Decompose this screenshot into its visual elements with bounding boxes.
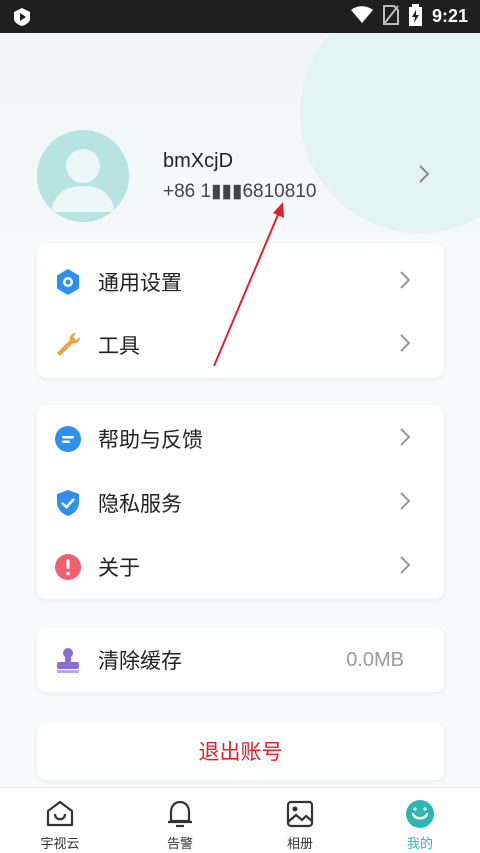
clock: 9:21: [431, 6, 468, 26]
tab-label: 我的: [406, 837, 433, 852]
tab-label: 宇视云: [40, 837, 80, 852]
profile-face-icon: [404, 798, 436, 830]
battery-charging-icon: [408, 3, 422, 30]
chevron-right-icon: [400, 556, 411, 578]
menu-item-label: 通用设置: [98, 271, 182, 295]
tab-mine[interactable]: 我的: [360, 788, 480, 853]
chevron-right-icon: [400, 271, 411, 293]
bottom-tab-bar: 宇视云 告警 相册 我的: [0, 787, 480, 853]
bell-icon: [164, 798, 196, 830]
menu-item-help-feedback[interactable]: 帮助与反馈: [37, 407, 444, 471]
tab-yushiyun[interactable]: 宇视云: [0, 788, 120, 853]
wrench-icon: [54, 331, 82, 359]
app-badge-icon: [12, 7, 32, 27]
menu-item-privacy[interactable]: 隐私服务: [37, 471, 444, 535]
cache-card: 清除缓存 0.0MB: [37, 628, 444, 692]
menu-item-about[interactable]: 关于: [37, 535, 444, 599]
settings-card: 通用设置 工具: [37, 243, 444, 378]
menu-item-label: 帮助与反馈: [98, 428, 203, 452]
menu-item-tools[interactable]: 工具: [37, 313, 444, 377]
menu-item-general-settings[interactable]: 通用设置: [37, 250, 444, 314]
settings-hex-icon: [54, 268, 82, 296]
menu-item-label: 隐私服务: [98, 492, 182, 516]
gallery-icon: [284, 798, 316, 830]
chevron-right-icon: [418, 164, 430, 188]
clean-stamp-icon: [54, 646, 82, 674]
phone-number: +86 1▮▮▮6810810: [163, 181, 317, 202]
username: bmXcjD: [163, 150, 234, 172]
cache-size: 0.0MB: [346, 648, 404, 671]
tab-alarm[interactable]: 告警: [120, 788, 240, 853]
shield-check-icon: [54, 489, 82, 517]
chevron-right-icon: [400, 334, 411, 356]
chevron-right-icon: [400, 428, 411, 450]
no-sim-icon: [382, 4, 399, 29]
chevron-right-icon: [400, 492, 411, 514]
menu-item-label: 关于: [98, 556, 140, 580]
help-chat-icon: [54, 425, 82, 453]
tab-label: 相册: [286, 837, 313, 852]
menu-item-label: 清除缓存: [98, 649, 182, 673]
profile-header[interactable]: bmXcjD +86 1▮▮▮6810810: [0, 120, 480, 230]
home-icon: [44, 798, 76, 830]
logout-button[interactable]: 退出账号: [37, 722, 444, 780]
help-card: 帮助与反馈 隐私服务 关于: [37, 405, 444, 599]
wifi-icon: [350, 5, 373, 28]
menu-item-label: 工具: [98, 334, 140, 358]
logout-label: 退出账号: [198, 740, 283, 764]
tab-gallery[interactable]: 相册: [240, 788, 360, 853]
status-bar: 9:21: [0, 0, 480, 33]
menu-item-clear-cache[interactable]: 清除缓存 0.0MB: [37, 628, 444, 692]
info-icon: [54, 553, 82, 581]
avatar[interactable]: [37, 130, 129, 222]
tab-label: 告警: [166, 837, 193, 852]
